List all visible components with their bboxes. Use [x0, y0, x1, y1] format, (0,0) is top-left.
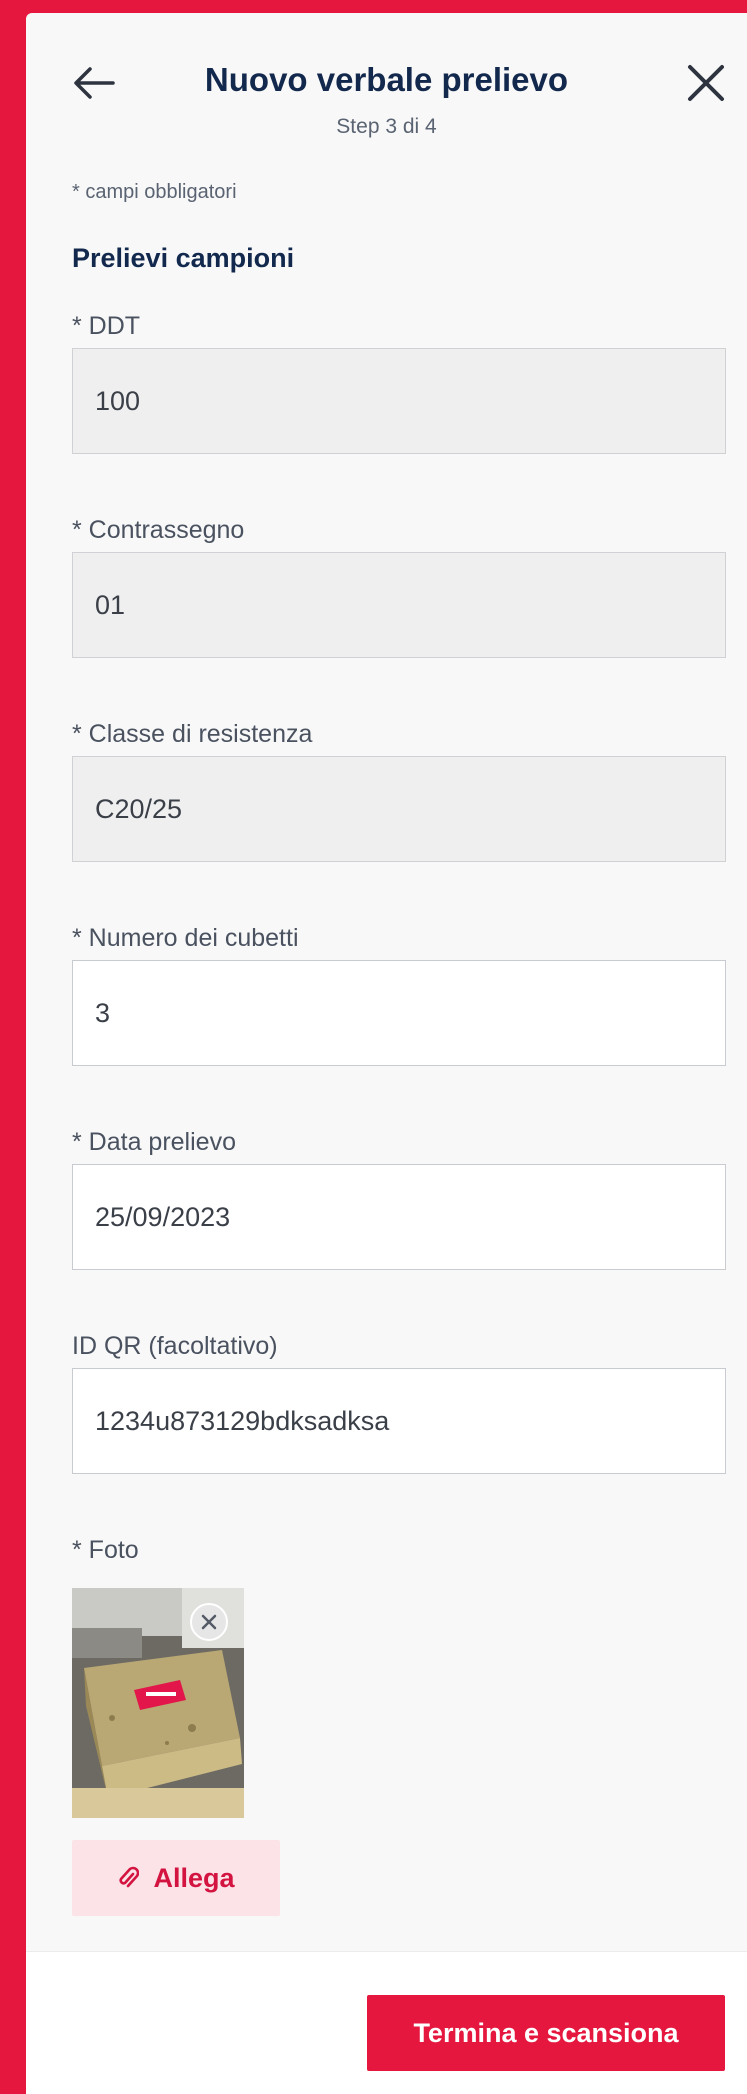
- numero-cubetti-label: * Numero dei cubetti: [72, 924, 299, 952]
- step-indicator: Step 3 di 4: [336, 115, 437, 138]
- contrassegno-label: * Contrassegno: [72, 516, 245, 544]
- paperclip-icon: [119, 1866, 140, 1888]
- data-prelievo-label: * Data prelievo: [72, 1128, 236, 1156]
- id-qr-label: ID QR (facoltativo): [72, 1332, 278, 1360]
- section-title: Prelievi campioni: [72, 243, 295, 273]
- footer-bar: Termina e scansiona: [26, 1951, 747, 2094]
- close-icon: [688, 65, 724, 101]
- page-title: Nuovo verbale prelievo: [204, 61, 569, 98]
- foto-label: * Foto: [72, 1536, 139, 1564]
- finish-and-scan-button[interactable]: Termina e scansiona: [367, 1995, 725, 2071]
- ddt-label: * DDT: [72, 312, 141, 340]
- contrassegno-field: 01: [72, 552, 726, 658]
- data-prelievo-input[interactable]: 25/09/2023: [72, 1164, 726, 1270]
- ddt-field: 100: [72, 348, 726, 454]
- header: Nuovo verbale prelievo Step 3 di 4: [26, 13, 747, 138]
- close-button[interactable]: [682, 59, 730, 107]
- classe-resistenza-field: C20/25: [72, 756, 726, 862]
- attach-label: Allega: [153, 1862, 235, 1893]
- close-circle-icon: [201, 1614, 217, 1630]
- numero-cubetti-input[interactable]: 3: [72, 960, 726, 1066]
- form-panel: Nuovo verbale prelievo Step 3 di 4 * cam…: [26, 13, 747, 2094]
- attach-button[interactable]: Allega: [72, 1840, 280, 1916]
- required-fields-note: * campi obbligatori: [72, 181, 237, 203]
- id-qr-input[interactable]: 1234u873129bdksadksa: [72, 1368, 726, 1474]
- remove-photo-button[interactable]: [190, 1603, 228, 1641]
- classe-resistenza-label: * Classe di resistenza: [72, 720, 313, 748]
